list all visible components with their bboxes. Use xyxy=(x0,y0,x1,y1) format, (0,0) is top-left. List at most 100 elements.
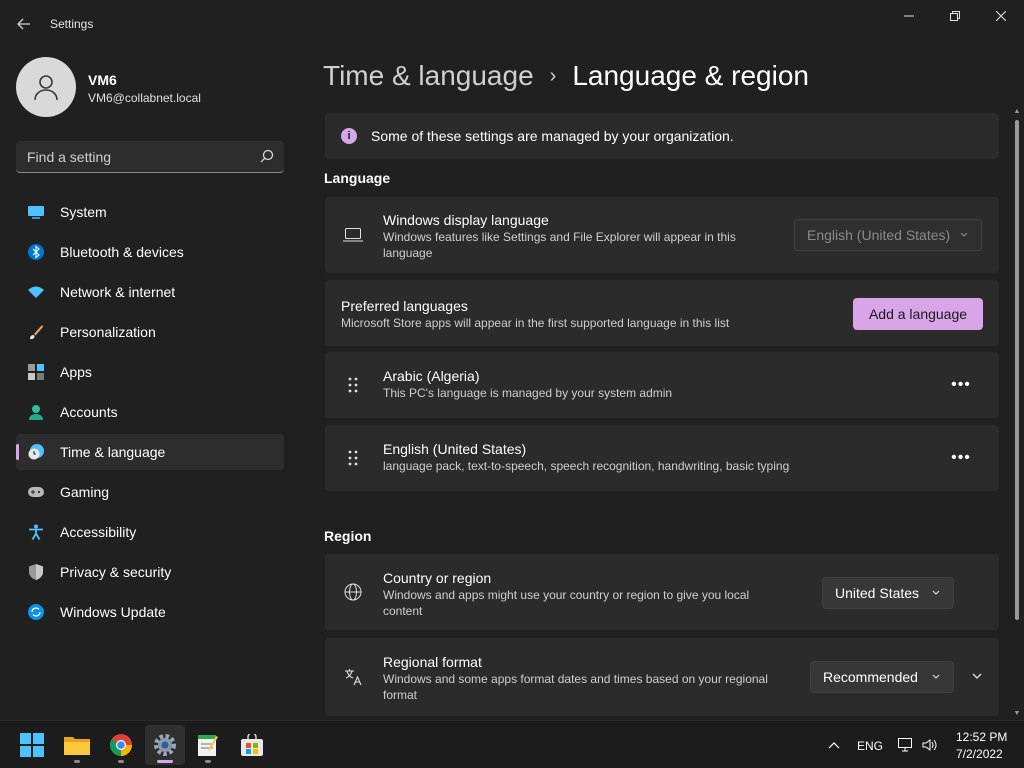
user-email: VM6@collabnet.local xyxy=(88,91,201,105)
sidebar-item-label: System xyxy=(60,204,107,220)
volume-icon[interactable] xyxy=(922,737,938,753)
sidebar-item-personalization[interactable]: Personalization xyxy=(16,314,284,350)
sidebar-item-bluetooth[interactable]: Bluetooth & devices xyxy=(16,234,284,270)
country-region-title: Country or region xyxy=(383,570,492,586)
sidebar-item-label: Personalization xyxy=(60,324,156,340)
windows-start-icon xyxy=(20,733,44,757)
scroll-up-icon[interactable]: ▲ xyxy=(1013,108,1021,116)
settings-icon xyxy=(154,734,176,756)
sidebar-item-privacy[interactable]: Privacy & security xyxy=(16,554,284,590)
sidebar-item-accounts[interactable]: Accounts xyxy=(16,394,284,430)
preferred-languages-title: Preferred languages xyxy=(341,298,468,314)
country-region-dropdown[interactable]: United States xyxy=(822,577,954,609)
taskbar-notepad[interactable] xyxy=(188,725,228,765)
breadcrumb-parent[interactable]: Time & language xyxy=(323,60,534,92)
dropdown-value: English (United States) xyxy=(807,227,951,243)
restore-button[interactable] xyxy=(932,0,978,32)
running-indicator xyxy=(74,760,80,763)
avatar[interactable] xyxy=(16,57,76,117)
shield-icon xyxy=(28,564,44,580)
sidebar-item-label: Apps xyxy=(60,364,92,380)
sidebar-item-windows-update[interactable]: Windows Update xyxy=(16,594,284,630)
minimize-button[interactable] xyxy=(886,0,932,32)
taskbar-settings[interactable] xyxy=(145,725,185,765)
sidebar-item-gaming[interactable]: Gaming xyxy=(16,474,284,510)
regional-format-icon xyxy=(343,667,363,687)
system-icon xyxy=(28,204,44,220)
search-box[interactable] xyxy=(16,141,284,173)
notice-text: Some of these settings are managed by yo… xyxy=(371,128,734,144)
globe-icon xyxy=(343,582,363,602)
clock-date[interactable]: 7/2/2022 xyxy=(956,747,1003,761)
accessibility-icon xyxy=(28,524,44,540)
sidebar-item-label: Network & internet xyxy=(60,284,176,300)
language-name: Arabic (Algeria) xyxy=(383,368,480,384)
add-language-button[interactable]: Add a language xyxy=(853,298,983,330)
sidebar-item-apps[interactable]: Apps xyxy=(16,354,284,390)
sidebar-item-network[interactable]: Network & internet xyxy=(16,274,284,310)
country-region-desc: Windows and apps might use your country … xyxy=(383,588,750,618)
close-icon xyxy=(996,11,1006,21)
update-icon xyxy=(28,604,44,620)
drag-handle-icon[interactable] xyxy=(343,375,363,395)
scroll-down-icon[interactable]: ▼ xyxy=(1013,710,1021,718)
region-heading: Region xyxy=(324,528,372,544)
scrollbar[interactable]: ▲ ▼ xyxy=(1013,108,1021,718)
laptop-icon xyxy=(343,225,363,245)
display-language-title: Windows display language xyxy=(383,212,549,228)
sidebar-item-system[interactable]: System xyxy=(16,194,284,230)
restore-icon xyxy=(950,11,960,21)
minimize-icon xyxy=(904,15,914,17)
taskbar-file-explorer[interactable] xyxy=(57,725,97,765)
store-icon xyxy=(241,734,263,756)
language-item-english[interactable]: English (United States) language pack, t… xyxy=(325,425,999,491)
app-title: Settings xyxy=(50,17,94,31)
preferred-languages-desc: Microsoft Store apps will appear in the … xyxy=(341,316,730,330)
search-input[interactable] xyxy=(16,141,252,172)
back-button[interactable] xyxy=(12,12,36,36)
chevron-down-icon xyxy=(932,590,940,595)
sidebar-item-time-language[interactable]: Time & language xyxy=(16,434,284,470)
scroll-thumb[interactable] xyxy=(1015,120,1019,620)
show-hidden-icons-icon[interactable] xyxy=(826,737,842,753)
close-button[interactable] xyxy=(978,0,1024,32)
drag-handle-icon[interactable] xyxy=(343,448,363,468)
user-name: VM6 xyxy=(88,72,117,88)
running-indicator xyxy=(157,760,173,763)
language-heading: Language xyxy=(324,170,391,186)
time-language-icon xyxy=(28,444,44,460)
preferred-languages-card: Preferred languages Microsoft Store apps… xyxy=(325,280,999,346)
running-indicator xyxy=(118,760,124,763)
more-options-button[interactable]: ••• xyxy=(947,371,975,399)
sidebar-nav: System Bluetooth & devices Network & int… xyxy=(16,194,284,634)
accounts-icon xyxy=(28,404,44,420)
regional-format-dropdown[interactable]: Recommended xyxy=(810,661,954,693)
language-item-arabic[interactable]: Arabic (Algeria) This PC's language is m… xyxy=(325,352,999,418)
dropdown-value: United States xyxy=(835,585,920,601)
display-language-dropdown[interactable]: English (United States) xyxy=(794,219,982,251)
language-name: English (United States) xyxy=(383,441,527,457)
managed-notice: i Some of these settings are managed by … xyxy=(325,113,999,159)
apps-icon xyxy=(28,364,44,380)
regional-format-desc: Windows and some apps format dates and t… xyxy=(383,672,768,702)
start-button[interactable] xyxy=(12,725,52,765)
sidebar-item-label: Time & language xyxy=(60,444,166,460)
file-explorer-icon xyxy=(64,737,90,755)
regional-format-card[interactable]: Regional format Windows and some apps fo… xyxy=(325,638,999,716)
taskbar: ENG 12:52 PM 7/2/2022 xyxy=(0,720,1024,768)
back-arrow-icon xyxy=(17,18,30,30)
expand-chevron-icon[interactable] xyxy=(971,670,983,682)
sidebar-item-label: Accounts xyxy=(60,404,118,420)
info-icon: i xyxy=(341,128,357,144)
more-options-button[interactable]: ••• xyxy=(947,444,975,472)
search-icon[interactable] xyxy=(260,149,274,163)
sidebar-item-label: Privacy & security xyxy=(60,564,172,580)
taskbar-store[interactable] xyxy=(232,725,272,765)
dropdown-value: Recommended xyxy=(823,669,918,685)
chrome-icon xyxy=(110,734,132,756)
input-language[interactable]: ENG xyxy=(857,739,883,753)
network-icon[interactable] xyxy=(898,737,914,753)
clock-time[interactable]: 12:52 PM xyxy=(956,730,1007,744)
sidebar-item-accessibility[interactable]: Accessibility xyxy=(16,514,284,550)
taskbar-chrome[interactable] xyxy=(101,725,141,765)
